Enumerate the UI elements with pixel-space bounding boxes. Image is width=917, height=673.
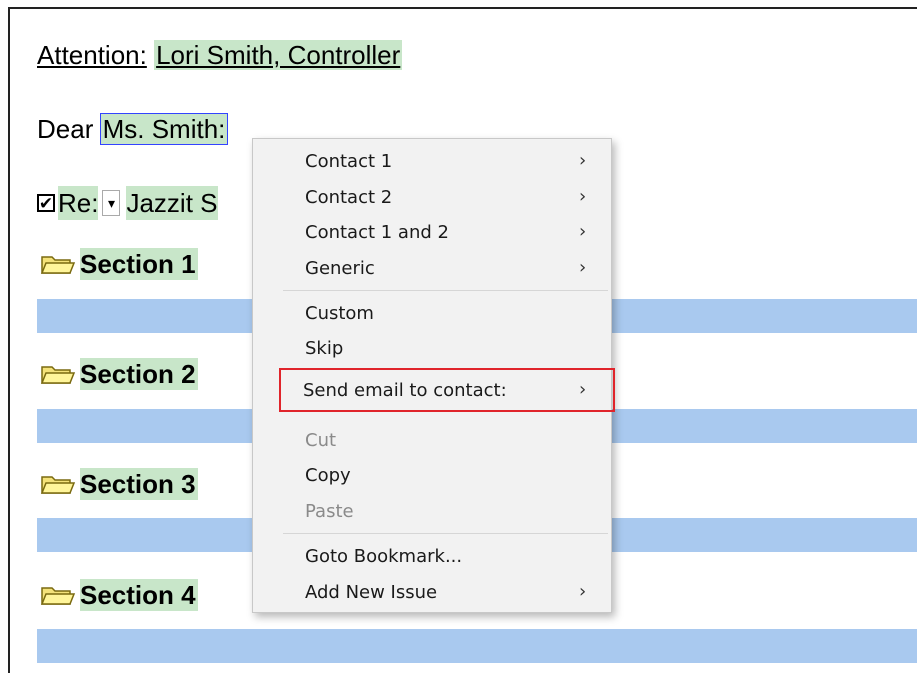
section-2[interactable]: Section 2 — [40, 358, 198, 390]
salutation-suffix: : — [218, 114, 226, 144]
menu-item-label: Contact 1 — [305, 150, 393, 172]
check-icon: ✔ — [38, 193, 54, 213]
menu-item-cut[interactable]: Cut — [253, 424, 611, 456]
re-label: Re: — [58, 186, 99, 220]
menu-item-label: Send email to contact: — [303, 379, 507, 401]
menu-separator — [283, 290, 608, 291]
menu-item-label: Paste — [305, 500, 354, 522]
section-4-content-band[interactable] — [37, 629, 917, 663]
menu-item-label: Goto Bookmark... — [305, 545, 463, 567]
salutation-name: Ms. Smith — [102, 114, 219, 144]
chevron-right-icon: › — [579, 379, 587, 400]
menu-item-copy[interactable]: Copy — [253, 459, 611, 491]
menu-item-label: Skip — [305, 337, 344, 359]
section-label: Section 4 — [80, 579, 198, 611]
menu-item-add-new-issue[interactable]: Add New Issue › — [253, 576, 611, 608]
menu-item-contact-1-and-2[interactable]: Contact 1 and 2 › — [253, 216, 611, 248]
menu-item-goto-bookmark[interactable]: Goto Bookmark... — [253, 540, 611, 572]
folder-icon — [40, 256, 76, 274]
section-label: Section 1 — [80, 248, 198, 280]
salutation-line: Dear Ms. Smith: — [37, 112, 229, 146]
folder-icon — [40, 587, 76, 605]
menu-item-custom[interactable]: Custom — [253, 297, 611, 329]
re-value-field[interactable]: Jazzit S — [126, 186, 218, 220]
menu-item-label: Contact 1 and 2 — [305, 221, 449, 243]
menu-item-label: Cut — [305, 429, 337, 451]
re-dropdown-button[interactable]: ▾ — [102, 190, 121, 216]
menu-item-skip[interactable]: Skip — [253, 332, 611, 364]
re-line: ✔ Re: ▾ Jazzit S — [37, 186, 218, 220]
re-checkbox[interactable]: ✔ — [37, 194, 55, 212]
menu-item-label: Custom — [305, 302, 374, 324]
menu-item-contact-2[interactable]: Contact 2 › — [253, 181, 611, 213]
menu-item-send-email-to-contact[interactable]: Send email to contact: › — [279, 368, 615, 412]
folder-icon — [40, 476, 76, 494]
menu-item-label: Add New Issue — [305, 581, 438, 603]
menu-item-label: Copy — [305, 464, 351, 486]
menu-item-generic[interactable]: Generic › — [253, 252, 611, 284]
menu-item-contact-1[interactable]: Contact 1 › — [253, 145, 611, 177]
attention-line: Attention: Lori Smith, Controller — [37, 38, 403, 72]
context-menu: Contact 1 › Contact 2 › Contact 1 and 2 … — [252, 138, 615, 613]
dropdown-arrow-icon: ▾ — [107, 195, 115, 211]
chevron-right-icon: › — [579, 221, 587, 242]
section-label: Section 3 — [80, 468, 198, 500]
section-1[interactable]: Section 1 — [40, 248, 198, 280]
chevron-right-icon: › — [579, 257, 587, 278]
folder-icon — [40, 366, 76, 384]
menu-item-label: Contact 2 — [305, 186, 393, 208]
section-4[interactable]: Section 4 — [40, 579, 198, 611]
section-label: Section 2 — [80, 358, 198, 390]
section-3[interactable]: Section 3 — [40, 468, 198, 500]
attention-field[interactable]: Lori Smith, Controller — [154, 40, 403, 70]
chevron-right-icon: › — [579, 150, 587, 171]
salutation-label: Dear — [37, 114, 94, 144]
salutation-name-field[interactable]: Ms. Smith: — [99, 113, 229, 145]
chevron-right-icon: › — [579, 581, 587, 602]
chevron-right-icon: › — [579, 186, 587, 207]
attention-label: Attention: — [37, 40, 147, 70]
menu-item-paste[interactable]: Paste — [253, 495, 611, 527]
menu-separator — [283, 533, 608, 534]
menu-item-label: Generic — [305, 257, 375, 279]
